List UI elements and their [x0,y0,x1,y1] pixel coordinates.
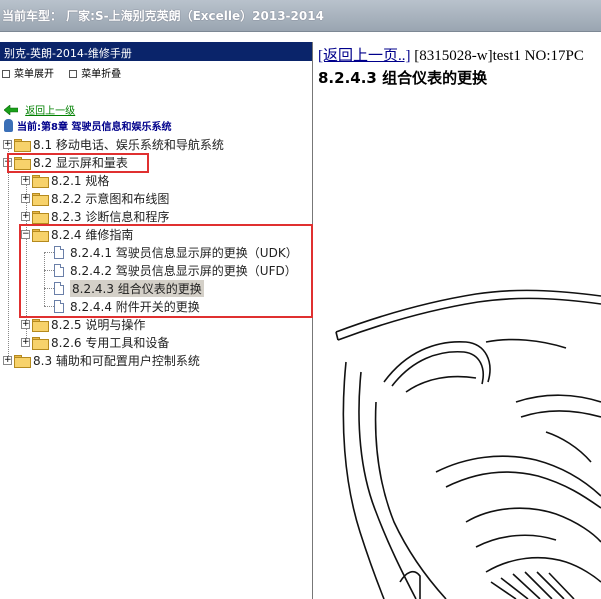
menu-toggle-row: 菜单展开 菜单折叠 [0,61,312,83]
tree-line [8,144,9,360]
folder-icon [32,336,49,350]
back-arrow-icon[interactable] [4,105,18,115]
tree-item-8-2-4-1[interactable]: 8.2.4.1 驾驶员信息显示屏的更换（UDK） [54,243,298,261]
plus-icon[interactable]: + [21,193,30,203]
manual-header: 别克-英朗-2014-维修手册 [0,42,312,61]
return-previous-link[interactable]: [返回上一页..] [318,48,411,64]
tree-item-8-1[interactable]: +8.1 移动电话、娱乐系统和导航系统 [3,135,224,153]
tree-item-8-3[interactable]: +8.3 辅助和可配置用户控制系统 [3,351,200,369]
tree-item-8-2-3[interactable]: +8.2.3 诊断信息和程序 [21,207,169,225]
tree-item-8-2-1[interactable]: +8.2.1 规格 [21,171,109,189]
minus-icon[interactable]: − [21,229,30,239]
window-title: 当前车型： 厂家:S-上海别克英朗（Excelle）2013-2014 [2,9,324,23]
tree-item-8-2-4-3[interactable]: 8.2.4.3 组合仪表的更换 [54,279,204,297]
tree-item-8-2-5[interactable]: +8.2.5 说明与操作 [21,315,145,333]
tree-item-8-2[interactable]: −8.2 显示屏和量表 [3,153,128,171]
tree-line [44,288,54,289]
section-title: 8.2.4.3 组合仪表的更换 [318,69,488,87]
tree-item-8-2-4[interactable]: −8.2.4 维修指南 [21,225,133,243]
folder-icon [32,228,49,242]
folder-icon [32,210,49,224]
folder-icon [14,138,31,152]
tree-line [44,306,54,307]
plus-icon[interactable]: + [3,139,12,149]
folder-icon [14,156,31,170]
folder-icon [32,318,49,332]
selected-item-label: 8.2.4.3 组合仪表的更换 [70,279,204,297]
document-icon [54,299,64,313]
tree-line [44,270,54,271]
document-icon [54,263,64,277]
tree-item-8-2-4-2[interactable]: 8.2.4.2 驾驶员信息显示屏的更换（UFD） [54,261,297,279]
collapse-icon [69,70,78,78]
document-icon [54,281,64,295]
content-header: [返回上一页..] [8315028-w]test1 NO:17PC [318,44,584,65]
collapse-all-button[interactable]: 菜单折叠 [69,69,121,80]
tree-item-8-2-2[interactable]: +8.2.2 示意图和布线图 [21,189,169,207]
current-location: 当前:第8章 驾驶员信息和娱乐系统 [4,118,171,133]
expand-icon [2,70,10,78]
expand-all-button[interactable]: 菜单展开 [2,69,54,80]
tree-line [44,252,45,306]
folder-icon [32,192,49,206]
plus-icon[interactable]: + [21,319,30,329]
instrument-panel-drawing [335,289,601,599]
plus-icon[interactable]: + [21,337,30,347]
content-panel: [返回上一页..] [8315028-w]test1 NO:17PC 8.2.4… [316,42,601,599]
navigation-panel: 别克-英朗-2014-维修手册 菜单展开 菜单折叠 返回上一级 当前:第8章 驾… [0,42,313,599]
back-row: 返回上一级 [4,102,75,117]
current-location-icon [4,119,13,132]
plus-icon[interactable]: + [3,355,12,365]
plus-icon[interactable]: + [21,211,30,221]
document-icon [54,245,64,259]
minus-icon[interactable]: − [3,157,12,167]
back-link[interactable]: 返回上一级 [25,106,75,117]
tree-item-8-2-6[interactable]: +8.2.6 专用工具和设备 [21,333,169,351]
document-id: [8315028-w]test1 NO:17PC [410,48,584,64]
tree-item-8-2-4-4[interactable]: 8.2.4.4 附件开关的更换 [54,297,200,315]
tree-line [44,252,54,253]
title-bar: 当前车型： 厂家:S-上海别克英朗（Excelle）2013-2014 [0,0,601,32]
plus-icon[interactable]: + [21,175,30,185]
folder-icon [32,174,49,188]
folder-icon [14,354,31,368]
